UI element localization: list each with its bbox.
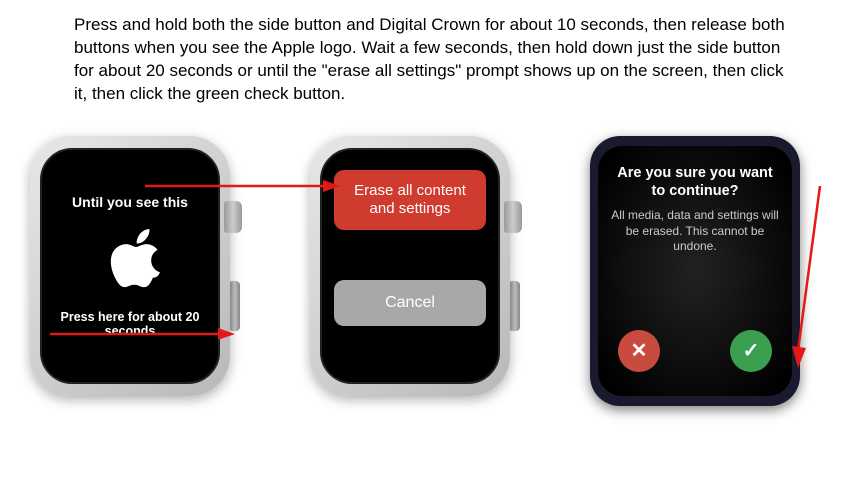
confirm-check-button[interactable]: ✓ [730, 330, 772, 372]
confirm-body: All media, data and settings will be era… [610, 208, 780, 255]
watch-3-screen: Are you sure you want to continue? All m… [598, 146, 792, 396]
watch-2-side-button [510, 281, 520, 331]
erase-all-button[interactable]: Erase all content and settings [334, 170, 486, 230]
watch-1-crown [224, 201, 242, 233]
watch-3: Are you sure you want to continue? All m… [570, 126, 830, 446]
apple-logo-icon [100, 224, 160, 296]
watch-1-screen: Until you see this Press here for about … [40, 148, 220, 384]
watch-2-crown [504, 201, 522, 233]
watch-1: Until you see this Press here for about … [10, 126, 260, 446]
watch-1-side-button[interactable] [230, 281, 240, 331]
watch-1-top-label: Until you see this [72, 194, 188, 210]
watch-2-screen: Erase all content and settings Cancel [320, 148, 500, 384]
instructions-text: Press and hold both the side button and … [0, 0, 850, 116]
confirm-buttons-row: ✕ ✓ [610, 330, 780, 378]
cancel-x-button[interactable]: ✕ [618, 330, 660, 372]
watches-row: Until you see this Press here for about … [0, 116, 850, 446]
watch-2: Erase all content and settings Cancel [290, 126, 540, 446]
cancel-button[interactable]: Cancel [334, 280, 486, 326]
confirm-title: Are you sure you want to continue? [610, 164, 780, 200]
watch-1-bottom-label: Press here for about 20 seconds [54, 310, 206, 338]
